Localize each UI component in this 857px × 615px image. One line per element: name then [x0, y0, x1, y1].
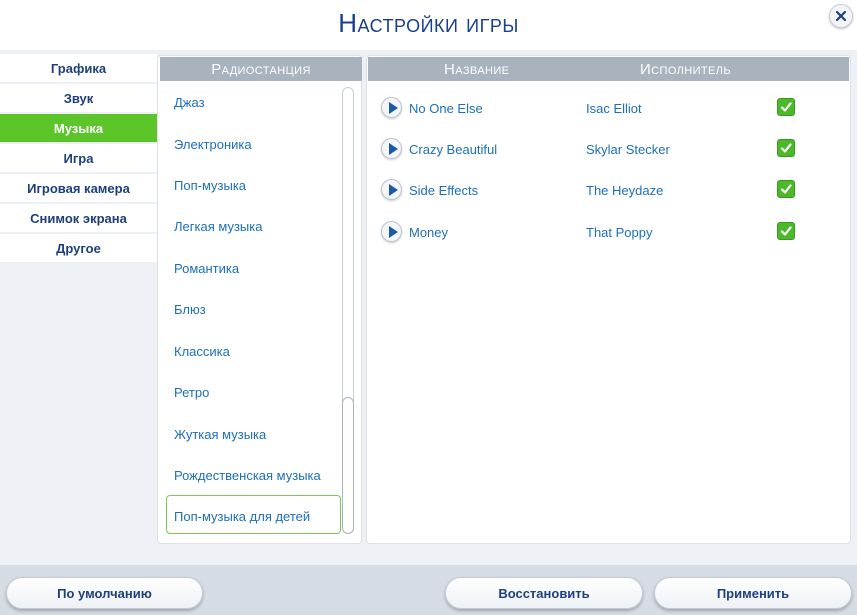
station-item-easy-listening[interactable]: Легкая музыка — [174, 219, 262, 234]
station-item-retro[interactable]: Ретро — [174, 385, 209, 400]
station-scrollbar-thumb[interactable] — [342, 397, 354, 534]
station-item-pop[interactable]: Поп-музыка — [174, 178, 246, 193]
play-button[interactable] — [381, 179, 402, 200]
sidebar-item-sound[interactable]: Звук — [0, 84, 157, 112]
song-artist-header: Исполнитель — [640, 60, 732, 78]
station-header-label: Радиостанция — [211, 60, 311, 78]
song-artist: The Heydaze — [586, 183, 664, 198]
song-artist: Skylar Stecker — [586, 142, 670, 157]
sidebar-item-music[interactable]: Музыка — [0, 114, 157, 142]
play-button[interactable] — [381, 97, 402, 118]
sidebar-item-other[interactable]: Другое — [0, 234, 157, 262]
station-header: Радиостанция — [160, 57, 362, 81]
station-item-spooky[interactable]: Жуткая музыка — [174, 427, 266, 442]
play-button[interactable] — [381, 138, 402, 159]
station-item-blues[interactable]: Блюз — [174, 302, 206, 317]
song-name[interactable]: Money — [409, 225, 448, 240]
song-enabled-checkbox[interactable] — [777, 222, 795, 240]
songs-header: Название Исполнитель — [368, 57, 849, 81]
station-item-holiday[interactable]: Рождественская музыка — [174, 468, 321, 483]
close-button[interactable] — [829, 4, 853, 28]
song-artist: Isac Elliot — [586, 101, 642, 116]
station-item-kids-pop[interactable]: Поп-музыка для детей — [174, 509, 310, 524]
page-title: Настройки игры — [338, 8, 519, 38]
song-name[interactable]: No One Else — [409, 101, 483, 116]
song-name[interactable]: Crazy Beautiful — [409, 142, 497, 157]
close-icon — [835, 10, 847, 22]
station-item-jazz[interactable]: Джаз — [174, 95, 205, 110]
checkmark-icon — [780, 143, 792, 153]
song-name[interactable]: Side Effects — [409, 183, 478, 198]
sidebar: Графика Звук Музыка Игра Игровая камера … — [0, 54, 157, 264]
sidebar-item-camera[interactable]: Игровая камера — [0, 174, 157, 202]
restore-button[interactable]: Восстановить — [445, 577, 643, 609]
song-enabled-checkbox[interactable] — [777, 180, 795, 198]
song-enabled-checkbox[interactable] — [777, 139, 795, 157]
checkmark-icon — [780, 226, 792, 236]
station-item-electronic[interactable]: Электроника — [174, 137, 252, 152]
station-item-romance[interactable]: Романтика — [174, 261, 239, 276]
apply-button[interactable]: Применить — [654, 577, 852, 609]
songs-panel — [366, 55, 851, 544]
song-enabled-checkbox[interactable] — [777, 98, 795, 116]
play-button[interactable] — [381, 221, 402, 242]
sidebar-item-game[interactable]: Игра — [0, 144, 157, 172]
song-name-header: Название — [444, 60, 510, 78]
station-item-classical[interactable]: Классика — [174, 344, 230, 359]
checkmark-icon — [780, 102, 792, 112]
checkmark-icon — [780, 184, 792, 194]
defaults-button[interactable]: По умолчанию — [6, 577, 203, 609]
sidebar-item-screenshot[interactable]: Снимок экрана — [0, 204, 157, 232]
song-artist: That Poppy — [586, 225, 653, 240]
sidebar-item-graphics[interactable]: Графика — [0, 54, 157, 82]
